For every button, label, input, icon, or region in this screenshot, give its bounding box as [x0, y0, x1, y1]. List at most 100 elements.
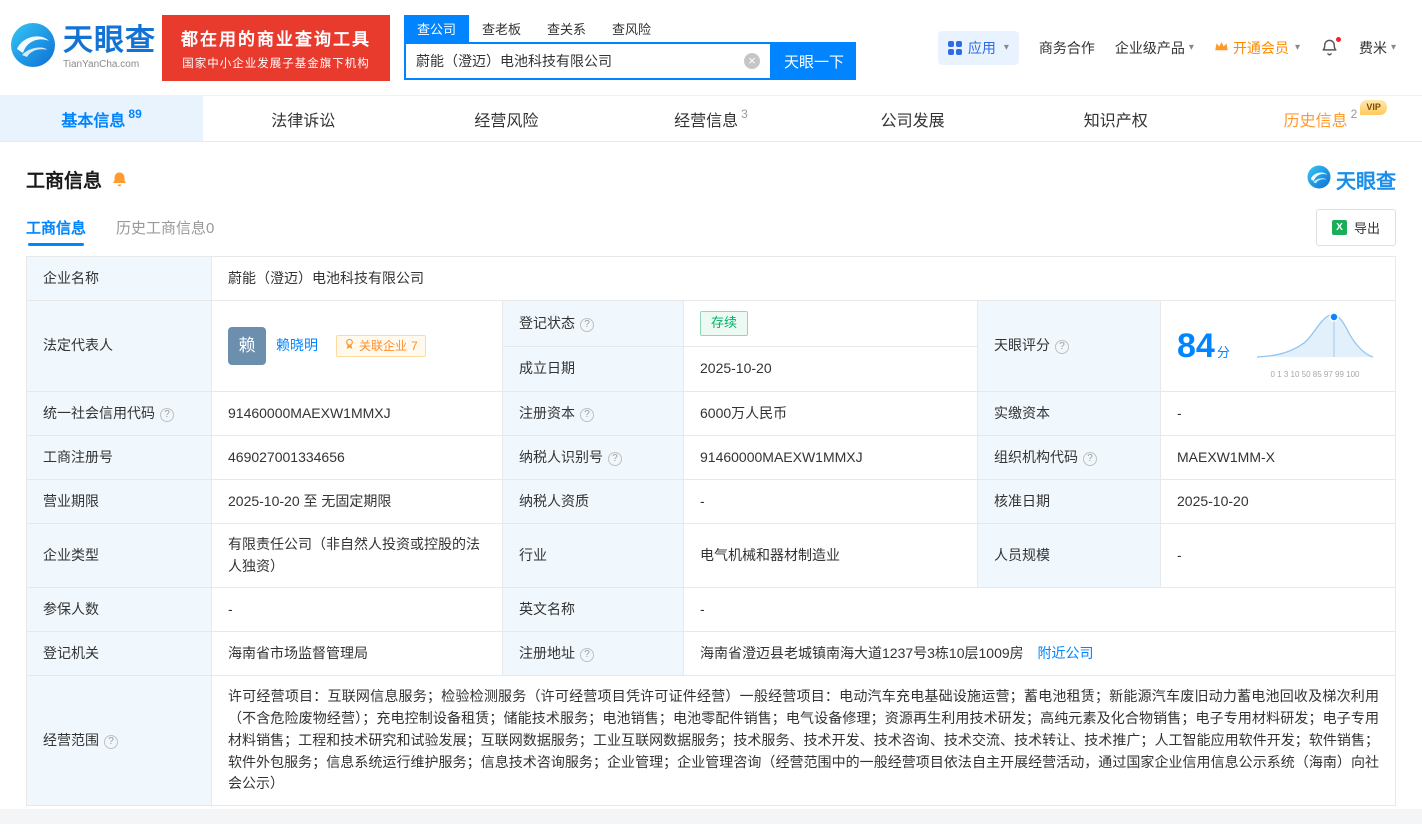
tab-operating-info[interactable]: 经营信息 3: [609, 96, 812, 141]
logo-name: 天眼查: [63, 24, 156, 58]
search-tab-boss[interactable]: 查老板: [469, 15, 534, 42]
tab-intellectual-property[interactable]: 知识产权: [1016, 96, 1219, 141]
company-type-value: 有限责任公司（非自然人投资或控股的法人独资）: [211, 523, 503, 589]
chevron-down-icon: ▾: [1003, 42, 1009, 53]
help-icon[interactable]: ?: [580, 648, 594, 663]
logo-domain: TianYanCha.com: [63, 58, 140, 70]
tab-company-development[interactable]: 公司发展: [813, 96, 1016, 141]
insured-num-label: 参保人数: [26, 587, 212, 633]
reg-address-label: 注册地址?: [502, 631, 684, 677]
medal-icon: [344, 337, 355, 356]
score-axis-labels: 0 1 3 10 50 85 97 99 100: [1270, 369, 1360, 379]
taxpayer-id-label: 纳税人识别号?: [502, 435, 684, 481]
credit-code-label: 统一社会信用代码?: [26, 391, 212, 437]
score-label: 天眼评分?: [977, 299, 1161, 393]
industry-value: 电气机械和器材制造业: [683, 523, 978, 589]
help-icon[interactable]: ?: [580, 317, 594, 332]
search-box: ×: [404, 42, 772, 80]
staff-size-label: 人员规模: [977, 523, 1161, 589]
company-name-label: 企业名称: [26, 256, 212, 301]
status-badge: 存续: [700, 311, 749, 336]
apps-grid-icon: [947, 40, 962, 55]
reg-authority-value: 海南省市场监督管理局: [211, 631, 503, 677]
business-info-table: 企业名称 蔚能（澄迈）电池科技有限公司 法定代表人 赖 赖晓明 关联企业 7 登…: [26, 256, 1396, 806]
reg-capital-label: 注册资本?: [502, 391, 684, 437]
related-companies-badge[interactable]: 关联企业 7: [336, 334, 426, 358]
apps-menu-button[interactable]: 应用 ▾: [937, 30, 1019, 65]
notification-bell-icon[interactable]: [1320, 36, 1342, 57]
search-tab-risk[interactable]: 查风险: [599, 15, 664, 42]
help-icon[interactable]: ?: [608, 451, 622, 466]
tab-basic-info[interactable]: 基本信息 89: [0, 96, 204, 141]
taxpayer-quality-value: -: [683, 479, 978, 525]
staff-size-value: -: [1160, 523, 1396, 589]
legal-rep-label: 法定代表人: [26, 299, 212, 393]
chevron-down-icon: ▾: [1390, 42, 1396, 53]
taxpayer-id-value: 91460000MAEXW1MMXJ: [683, 435, 978, 481]
tianyancha-logo[interactable]: 天眼查 TianYanCha.com: [10, 22, 156, 73]
vip-badge: VIP: [1360, 100, 1387, 115]
insured-num-value: -: [211, 587, 503, 633]
search-tab-company[interactable]: 查公司: [404, 15, 470, 42]
search-input[interactable]: [416, 53, 744, 69]
approval-date-label: 核准日期: [977, 479, 1161, 525]
crown-icon: [1214, 40, 1229, 56]
establish-date-value: 2025-10-20: [683, 346, 978, 393]
company-type-label: 企业类型: [26, 523, 212, 589]
export-button[interactable]: X 导出: [1315, 208, 1396, 246]
watermark-logo-icon: [1307, 165, 1331, 194]
english-name-value: -: [683, 587, 1396, 633]
english-name-label: 英文名称: [502, 587, 684, 633]
approval-date-value: 2025-10-20: [1160, 479, 1396, 525]
help-icon[interactable]: ?: [580, 407, 594, 422]
business-scope-value: 许可经营项目：互联网信息服务；检验检测服务（许可经营项目凭许可证件经营）一般经营…: [211, 675, 1396, 806]
search-tab-relation[interactable]: 查关系: [534, 15, 599, 42]
score-chart: 0 1 3 10 50 85 97 99 100: [1251, 311, 1379, 381]
promo-line1: 都在用的商业查询工具: [181, 29, 371, 49]
main-content: 工商信息 天眼查 工商信息 历史工商信息0 X 导出 企业名称 蔚能（澄迈）电池…: [0, 164, 1422, 806]
clear-search-icon[interactable]: ×: [744, 53, 760, 69]
help-icon[interactable]: ?: [1083, 451, 1097, 466]
business-term-value: 2025-10-20 至 无固定期限: [211, 479, 503, 525]
promo-banner: 都在用的商业查询工具 国家中小企业发展子基金旗下机构: [162, 14, 390, 81]
chevron-down-icon: ▾: [1188, 42, 1194, 53]
taxpayer-quality-label: 纳税人资质: [502, 479, 684, 525]
reg-address-cell: 海南省澄迈县老城镇南海大道1237号3栋10层1009房 附近公司: [683, 631, 1396, 677]
business-cooperation-link[interactable]: 商务合作: [1039, 38, 1095, 58]
footer-strip: [0, 808, 1422, 824]
subtab-row: 工商信息 历史工商信息0 X 导出: [26, 208, 1396, 246]
tab-history-info[interactable]: 历史信息 2 VIP: [1219, 96, 1422, 141]
business-scope-label: 经营范围?: [26, 675, 212, 806]
reg-status-value: 存续: [683, 299, 978, 348]
reg-address-value: 海南省澄迈县老城镇南海大道1237号3栋10层1009房: [700, 645, 1024, 662]
subscribe-bell-icon[interactable]: [111, 171, 128, 188]
header-right-nav: 应用 ▾ 商务合作 企业级产品 ▾ 开通会员 ▾ 费米 ▾: [937, 30, 1396, 65]
legal-rep-cell: 赖 赖晓明 关联企业 7: [211, 299, 503, 393]
score-value[interactable]: 84 分: [1177, 320, 1230, 373]
tab-legal-proceedings[interactable]: 法律诉讼: [203, 96, 406, 141]
org-code-label: 组织机构代码?: [977, 435, 1161, 481]
reg-authority-label: 登记机关: [26, 631, 212, 677]
legal-rep-avatar[interactable]: 赖: [228, 327, 266, 366]
notification-dot: [1334, 36, 1342, 43]
search-button[interactable]: 天眼一下: [772, 42, 856, 80]
enterprise-products-link[interactable]: 企业级产品 ▾: [1115, 38, 1194, 58]
org-code-value: MAEXW1MM-X: [1160, 435, 1396, 481]
primary-nav: 基本信息 89 法律诉讼 经营风险 经营信息 3 公司发展 知识产权 历史信息 2 V…: [0, 95, 1422, 142]
business-term-label: 营业期限: [26, 479, 212, 525]
tab-operating-risk[interactable]: 经营风险: [406, 96, 609, 141]
apps-label: 应用: [967, 39, 996, 56]
legal-rep-link[interactable]: 赖晓明: [276, 335, 318, 357]
search-block: 查公司 查老板 查关系 查风险 × 天眼一下: [404, 15, 856, 80]
reg-status-label: 登记状态?: [502, 299, 684, 348]
help-icon[interactable]: ?: [160, 407, 174, 422]
open-vip-link[interactable]: 开通会员 ▾: [1214, 38, 1300, 58]
subtab-history-business-info[interactable]: 历史工商信息0: [116, 208, 214, 246]
nearby-companies-link[interactable]: 附近公司: [1038, 645, 1094, 661]
subtab-business-info[interactable]: 工商信息: [26, 208, 86, 246]
help-icon[interactable]: ?: [104, 734, 118, 749]
promo-line2: 国家中小企业发展子基金旗下机构: [182, 57, 370, 70]
user-menu[interactable]: 费米 ▾: [1359, 38, 1396, 58]
help-icon[interactable]: ?: [1055, 340, 1069, 355]
industry-label: 行业: [502, 523, 684, 589]
